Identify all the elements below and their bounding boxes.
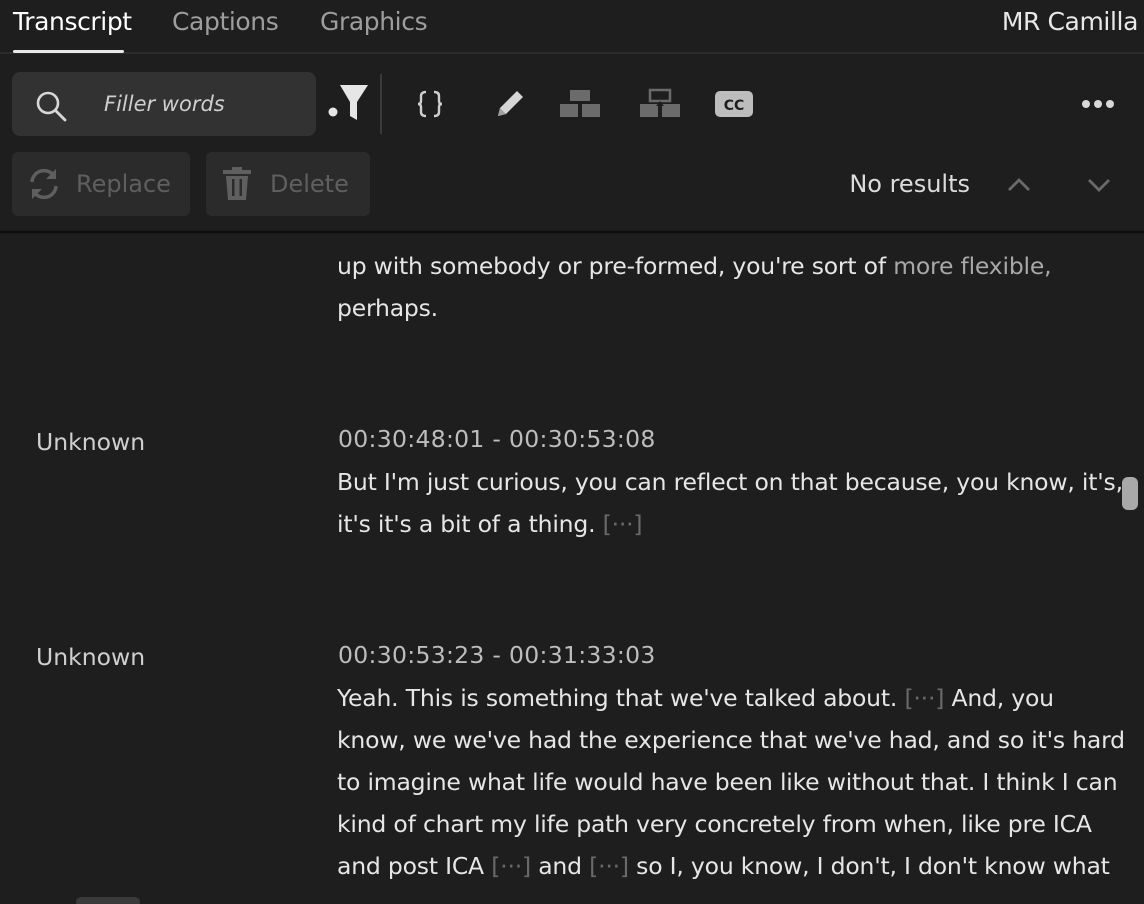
transcript-text: perhaps.: [337, 294, 438, 322]
replace-icon: [30, 168, 58, 200]
edit-button[interactable]: [490, 84, 530, 124]
transcript-text: Yeah. This is something that we've talke…: [337, 684, 898, 712]
pencil-icon: [498, 91, 523, 116]
previous-result-chevron-up-icon[interactable]: [1004, 170, 1034, 200]
pause-marker[interactable]: [···]: [904, 684, 944, 712]
pause-marker[interactable]: [···]: [603, 510, 643, 538]
transcript-text: so I, you know, I don't, I don't know wh…: [636, 852, 1110, 880]
pause-marker[interactable]: [···]: [491, 852, 531, 880]
transcript-text: to imagine what life would have been lik…: [337, 768, 1118, 796]
split-segments-icon: [640, 88, 680, 117]
segment-timecode: 00:30:48:01 - 00:30:53:08: [338, 425, 656, 453]
speaker-dropdown-stub: [76, 897, 140, 904]
tab-graphics[interactable]: Graphics: [320, 7, 428, 36]
transcript-text: But I'm just curious, you can reflect on…: [337, 468, 1123, 496]
filter-button[interactable]: [324, 80, 372, 126]
transcript-paragraph[interactable]: But I'm just curious, you can reflect on…: [337, 461, 1127, 545]
speaker-label[interactable]: Unknown: [36, 643, 145, 671]
segment-timecode: 00:30:53:23 - 00:31:33:03: [338, 641, 656, 669]
tab-bar: Transcript Captions Graphics MR Camilla: [0, 0, 1144, 54]
pause-marker[interactable]: [···]: [589, 852, 629, 880]
code-braces-button[interactable]: [412, 86, 448, 122]
transcript-text: kind of chart my life path very concrete…: [337, 810, 1092, 838]
transcript-text: it's it's a bit of a thing.: [337, 510, 596, 538]
tab-transcript[interactable]: Transcript: [13, 7, 132, 36]
replace-label: Replace: [76, 170, 171, 198]
captions-button[interactable]: CC: [714, 90, 754, 118]
scrollbar-thumb[interactable]: [1122, 477, 1138, 510]
transcript-text: and: [538, 852, 582, 880]
delete-label: Delete: [270, 170, 349, 198]
more-options-icon: [1082, 100, 1114, 108]
tab-captions[interactable]: Captions: [172, 7, 279, 36]
transcript-paragraph-partial[interactable]: up with somebody or pre-formed, you're s…: [337, 245, 1127, 329]
delete-button[interactable]: Delete: [206, 152, 370, 216]
toolbar-divider: [380, 74, 382, 134]
transcript-area[interactable]: up with somebody or pre-formed, you're s…: [0, 233, 1144, 904]
next-result-chevron-down-icon[interactable]: [1084, 170, 1114, 200]
filter-icon: [328, 85, 368, 120]
closed-captions-icon: CC: [715, 91, 753, 117]
split-segments-button[interactable]: [636, 86, 684, 122]
search-field[interactable]: [12, 72, 316, 136]
search-input[interactable]: [104, 84, 304, 124]
trash-icon: [223, 167, 251, 200]
merge-segments-button[interactable]: [556, 86, 604, 122]
transcript-text: And, you: [951, 684, 1054, 712]
more-options-button[interactable]: [1078, 92, 1118, 116]
merge-segments-icon: [560, 90, 600, 117]
transcript-text: know, we we've had the experience that w…: [337, 726, 1125, 754]
speaker-label[interactable]: Unknown: [36, 428, 145, 456]
replace-button[interactable]: Replace: [12, 152, 190, 216]
transcript-text-highlight: more flexible,: [893, 252, 1052, 280]
active-tab-indicator: [13, 50, 124, 53]
svg-text:CC: CC: [724, 98, 745, 114]
transcript-text: up with somebody or pre-formed, you're s…: [337, 252, 894, 280]
owner-name: MR Camilla: [1001, 7, 1139, 36]
search-icon: [36, 91, 67, 122]
transcript-paragraph[interactable]: Yeah. This is something that we've talke…: [337, 677, 1127, 887]
transcript-text: and post ICA: [337, 852, 484, 880]
code-braces-icon: [417, 90, 443, 118]
search-results-count: No results: [849, 170, 970, 198]
